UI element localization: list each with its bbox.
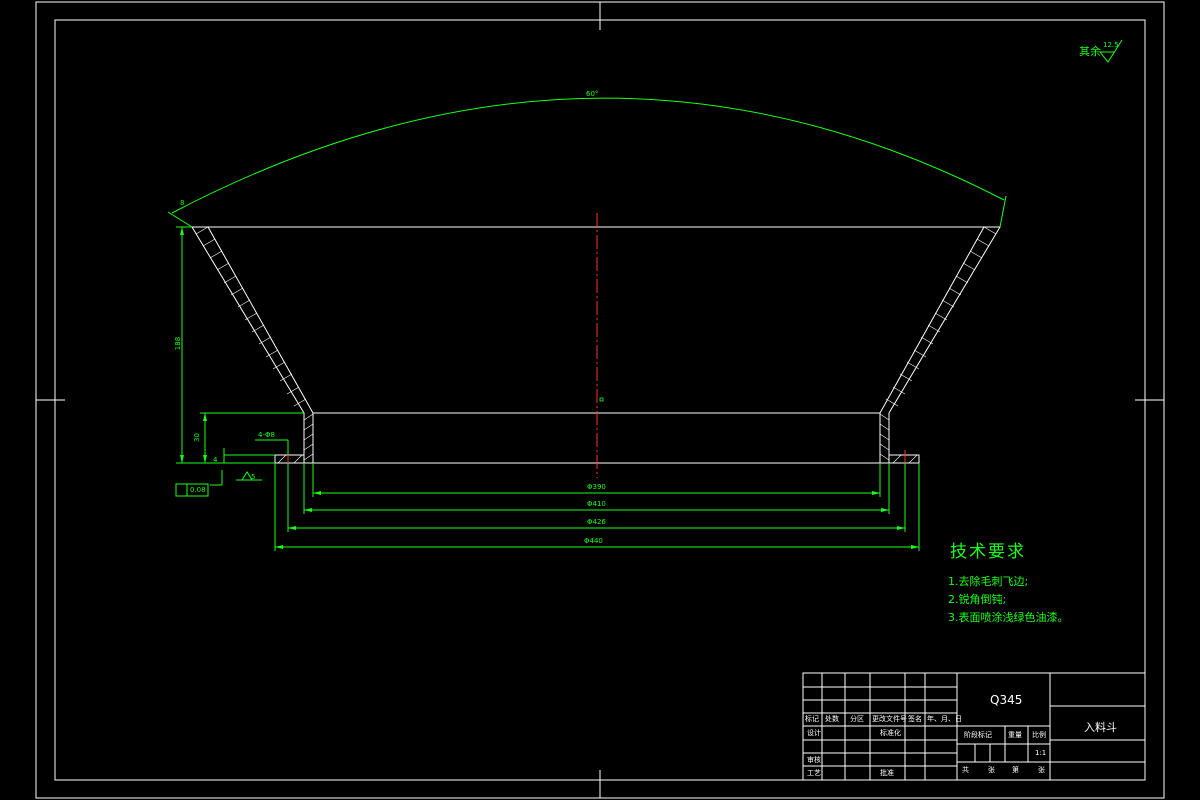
- center-point-mark: [599, 397, 604, 402]
- sheet-label-sheets: 张: [988, 766, 995, 774]
- material-text: Q345: [990, 693, 1023, 707]
- d-inner-dim-text: Φ390: [587, 483, 606, 491]
- height-dim-text: 188: [174, 336, 183, 351]
- row-label-standard: 标准化: [880, 729, 901, 737]
- cad-drawing: [35, 1, 1165, 799]
- header-label-doc: 更改文件号: [872, 715, 907, 723]
- flatness-text: 0.08: [190, 486, 206, 494]
- stage-label-weight: 重量: [1008, 731, 1022, 739]
- tech-requirement-3: 3.表面喷涂浅绿色油漆。: [948, 611, 1069, 624]
- header-label-sign: 签名: [908, 715, 922, 723]
- header-label-zone: 分区: [850, 715, 864, 723]
- section-hatching: [195, 226, 997, 464]
- header-label-date: 年、月、日: [927, 715, 962, 723]
- row-label-process: 工艺: [807, 769, 821, 777]
- hole-dim-text: 4-Φ8: [258, 431, 275, 439]
- header-label-count: 处数: [825, 715, 839, 723]
- d-outer-dim-text: Φ440: [584, 537, 603, 545]
- center-lines: [287, 213, 906, 478]
- stage-label-scale: 比例: [1032, 731, 1046, 739]
- sheet-label-sheet: 张: [1038, 766, 1045, 774]
- angle-dim-text: 60°: [586, 90, 599, 98]
- d1-dim-text: Φ410: [587, 500, 606, 508]
- row-label-approve: 批准: [880, 769, 894, 777]
- flange-thickness-dim-text: 4: [213, 456, 218, 464]
- row-label-review: 审核: [807, 756, 821, 764]
- stage-label-mark: 阶段标记: [964, 731, 992, 739]
- tech-requirement-2: 2.锐角倒钝;: [948, 593, 1007, 606]
- roughness-value: 12.5: [1103, 41, 1119, 49]
- flange-height-dim-text: 30: [192, 433, 201, 442]
- d2-dim-text: Φ426: [587, 518, 606, 526]
- funnel-outline: [191, 226, 1001, 464]
- sheet-label-total: 共: [962, 766, 969, 774]
- sheet-label-no: 第: [1012, 766, 1019, 774]
- dimension-arrows: [180, 227, 919, 549]
- angle-dimension: [167, 97, 1007, 228]
- dimension-lines: [175, 39, 1123, 551]
- wall-thickness-dim-text: 8: [180, 199, 185, 207]
- weld-symbol-text: 5: [251, 473, 256, 481]
- part-name-text: 入料斗: [1084, 721, 1117, 734]
- row-label-design: 设计: [807, 729, 821, 737]
- tech-requirement-1: 1.去除毛刺飞边;: [948, 575, 1029, 588]
- header-label-mark: 标记: [805, 715, 819, 723]
- roughness-label: 其余: [1079, 45, 1101, 58]
- scale-text: 1:1: [1035, 749, 1047, 757]
- tech-requirements-title: 技术要求: [950, 542, 1026, 562]
